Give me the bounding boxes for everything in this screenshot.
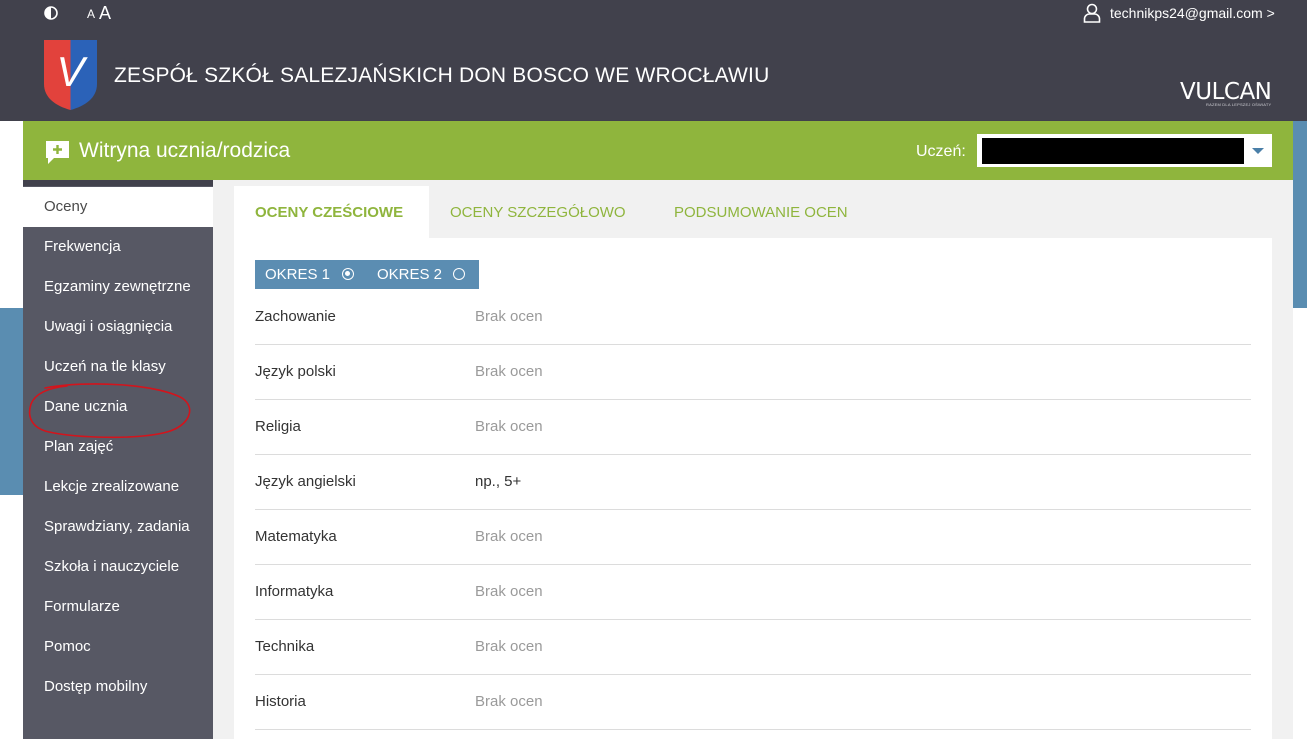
student-select[interactable] bbox=[977, 134, 1272, 167]
subject-name: Technika bbox=[255, 638, 315, 655]
sidebar-item-oceny[interactable]: Oceny bbox=[23, 187, 213, 227]
subject-name: Matematyka bbox=[255, 528, 337, 545]
subject-row: Matematyka Brak ocen bbox=[255, 510, 1251, 565]
main-content: OCENY CZEŚCIOWE OCENY SZCZEGÓŁOWO PODSUM… bbox=[213, 180, 1293, 739]
subject-name: Informatyka bbox=[255, 583, 334, 600]
subject-grades[interactable]: np., 5+ bbox=[475, 455, 521, 509]
sidebar: Oceny Frekwencja Egzaminy zewnętrzne Uwa… bbox=[23, 180, 213, 739]
user-icon[interactable] bbox=[1083, 3, 1101, 23]
subject-name: Język polski bbox=[255, 363, 336, 380]
font-size-small-button[interactable]: A bbox=[87, 7, 95, 21]
student-label: Uczeń: bbox=[916, 143, 966, 160]
font-size-large-button[interactable]: A bbox=[99, 3, 111, 24]
tab-podsumowanie-ocen[interactable]: PODSUMOWANIE OCEN bbox=[653, 186, 873, 238]
sidebar-item-uwagi[interactable]: Uwagi i osiągnięcia bbox=[23, 307, 213, 347]
sidebar-item-egzaminy[interactable]: Egzaminy zewnętrzne bbox=[23, 267, 213, 307]
subject-row: Religia Brak ocen bbox=[255, 400, 1251, 455]
chat-add-icon bbox=[46, 141, 69, 164]
sidebar-item-frekwencja[interactable]: Frekwencja bbox=[23, 227, 213, 267]
subject-row: Język angielski np., 5+ bbox=[255, 455, 1251, 510]
period-1-label[interactable]: OKRES 1 bbox=[265, 260, 330, 289]
subject-grades: Brak ocen bbox=[475, 528, 543, 545]
subject-name: Historia bbox=[255, 693, 306, 710]
subject-grades: Brak ocen bbox=[475, 363, 543, 380]
chevron-down-icon[interactable] bbox=[1252, 148, 1264, 154]
red-annotation-circle bbox=[28, 383, 191, 439]
period-2-label[interactable]: OKRES 2 bbox=[377, 260, 442, 289]
portal-title: Witryna ucznia/rodzica bbox=[79, 139, 291, 162]
subject-grades: Brak ocen bbox=[475, 583, 543, 600]
subject-grades: Brak ocen bbox=[475, 418, 543, 435]
school-logo[interactable]: V bbox=[44, 40, 97, 110]
contrast-icon[interactable] bbox=[44, 6, 58, 20]
subject-row: Technika Brak ocen bbox=[255, 620, 1251, 675]
radio-icon[interactable] bbox=[453, 268, 465, 280]
grades-panel: OKRES 1 OKRES 2 Zachowanie Brak ocen Jęz… bbox=[234, 238, 1272, 739]
subject-grades: Brak ocen bbox=[475, 693, 543, 710]
radio-icon[interactable] bbox=[342, 268, 354, 280]
user-account-link[interactable]: technikps24@gmail.com > bbox=[1110, 5, 1275, 21]
sidebar-item-dostep-mobilny[interactable]: Dostęp mobilny bbox=[23, 667, 213, 707]
sidebar-item-szkola[interactable]: Szkoła i nauczyciele bbox=[23, 547, 213, 587]
subject-row: Zachowanie Brak ocen bbox=[255, 290, 1251, 345]
vulcan-tagline: RAZEM DLA LEPSZEJ OŚWIATY bbox=[1206, 102, 1272, 107]
tab-oceny-szczegolowo[interactable]: OCENY SZCZEGÓŁOWO bbox=[429, 186, 639, 238]
logo-letter: V bbox=[56, 48, 88, 95]
sidebar-item-uczen-na-tle-klasy[interactable]: Uczeń na tle klasy bbox=[23, 347, 213, 387]
sidebar-item-sprawdziany[interactable]: Sprawdziany, zadania bbox=[23, 507, 213, 547]
sidebar-item-lekcje[interactable]: Lekcje zrealizowane bbox=[23, 467, 213, 507]
subject-row: Informatyka Brak ocen bbox=[255, 565, 1251, 620]
tab-oceny-czesciowe[interactable]: OCENY CZEŚCIOWE bbox=[234, 186, 429, 238]
decorative-stripe-left bbox=[0, 308, 23, 495]
sidebar-divider bbox=[23, 180, 213, 186]
subject-row: Historia Brak ocen bbox=[255, 675, 1251, 730]
subject-row: Język polski Brak ocen bbox=[255, 345, 1251, 400]
subject-name: Religia bbox=[255, 418, 301, 435]
decorative-stripe-right bbox=[1293, 121, 1307, 308]
sidebar-item-pomoc[interactable]: Pomoc bbox=[23, 627, 213, 667]
subject-name: Zachowanie bbox=[255, 308, 336, 325]
sidebar-item-formularze[interactable]: Formularze bbox=[23, 587, 213, 627]
subject-grades: Brak ocen bbox=[475, 638, 543, 655]
subject-name: Język angielski bbox=[255, 473, 356, 490]
school-name: ZESPÓŁ SZKÓŁ SALEZJAŃSKICH DON BOSCO WE … bbox=[114, 64, 770, 87]
top-header: A A technikps24@gmail.com > V ZESPÓŁ SZK… bbox=[0, 0, 1307, 121]
student-value bbox=[982, 138, 1244, 164]
subject-grades: Brak ocen bbox=[475, 308, 543, 325]
period-selector: OKRES 1 OKRES 2 bbox=[255, 260, 479, 289]
